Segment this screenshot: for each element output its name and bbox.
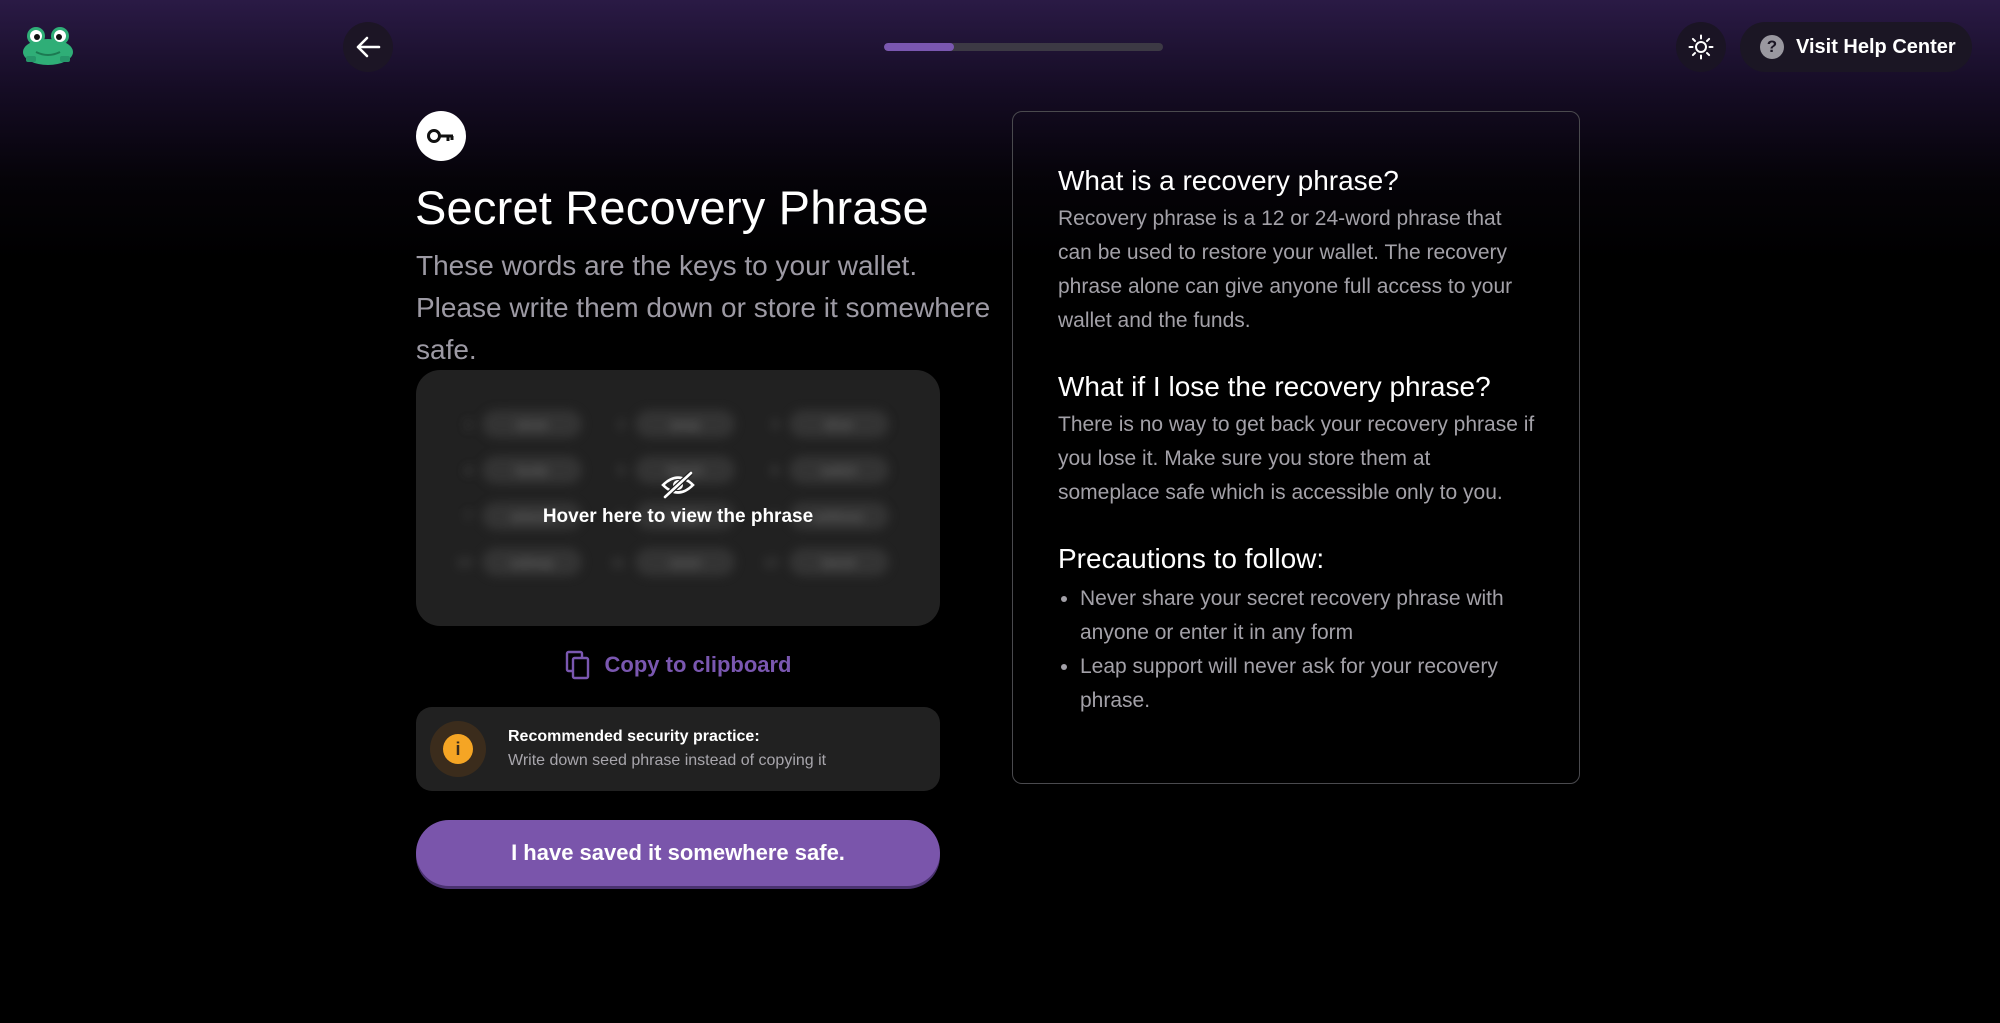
word-value: away xyxy=(635,410,736,438)
progress-fill xyxy=(884,43,954,51)
visit-help-center-button[interactable]: ? Visit Help Center xyxy=(1740,22,1972,72)
word-number: 10 xyxy=(456,554,472,570)
security-note-text: Recommended security practice: Write dow… xyxy=(508,728,826,770)
security-note-body: Write down seed phrase instead of copyin… xyxy=(508,752,827,769)
faq-question: What is a recovery phrase? xyxy=(1058,165,1399,196)
phrase-word: 11 raven xyxy=(609,548,752,576)
phrase-word: 10 subway xyxy=(456,548,599,576)
hover-reveal-text: Hover here to view the phrase xyxy=(542,506,814,527)
word-value: raven xyxy=(635,548,736,576)
faq-lose-phrase: What if I lose the recovery phrase? Ther… xyxy=(1058,368,1535,510)
phrase-word: 1 stone xyxy=(456,410,599,438)
word-number: 11 xyxy=(610,554,626,570)
word-number: 2 xyxy=(617,416,626,432)
arrow-left-icon xyxy=(356,36,381,58)
eye-off-icon xyxy=(661,471,695,499)
word-value: barrel xyxy=(788,548,889,576)
recovery-phrase-box[interactable]: 1 stone 2 away 3 drive 4 funds 5 beach 6 switc… xyxy=(416,370,940,626)
list-item: Never share your secret recovery phrase … xyxy=(1080,582,1535,650)
back-button[interactable] xyxy=(343,22,393,72)
phrase-word: 12 barrel xyxy=(763,548,906,576)
key-icon xyxy=(416,111,466,161)
word-number: 3 xyxy=(770,416,779,432)
copy-icon xyxy=(565,650,589,680)
word-number: 12 xyxy=(763,554,779,570)
word-value: subway xyxy=(482,548,582,576)
phrase-word: 2 away xyxy=(609,410,752,438)
recovery-phrase-info-card: What is a recovery phrase? Recovery phra… xyxy=(1012,111,1580,784)
faq-answer: Recovery phrase is a 12 or 24-word phras… xyxy=(1058,207,1513,332)
confirm-saved-button[interactable]: I have saved it somewhere safe. xyxy=(416,820,940,886)
faq-question: Precautions to follow: xyxy=(1058,543,1325,574)
help-center-label: Visit Help Center xyxy=(1796,35,1956,58)
word-value: drive xyxy=(788,410,889,438)
word-number: 1 xyxy=(464,416,472,432)
onboarding-progress-bar xyxy=(884,43,1163,51)
precautions-list: Never share your secret recovery phrase … xyxy=(1058,582,1535,718)
phrase-word: 3 drive xyxy=(763,410,906,438)
word-value: stone xyxy=(482,410,582,438)
faq-precautions: Precautions to follow: Never share your … xyxy=(1058,540,1535,718)
faq-question: What if I lose the recovery phrase? xyxy=(1058,371,1491,402)
hover-reveal-overlay[interactable]: Hover here to view the phrase xyxy=(416,470,940,528)
copy-to-clipboard-button[interactable]: Copy to clipboard xyxy=(416,650,940,680)
help-circle-icon: ? xyxy=(1760,35,1784,59)
security-note-title: Recommended security practice: xyxy=(508,728,760,745)
page-title: Secret Recovery Phrase xyxy=(415,181,929,234)
sun-icon xyxy=(1688,34,1714,60)
theme-toggle-button[interactable] xyxy=(1676,22,1726,72)
info-icon-wrapper: i xyxy=(430,721,486,777)
leap-frog-logo-icon xyxy=(22,26,74,66)
security-practice-note: i Recommended security practice: Write d… xyxy=(416,707,940,791)
info-icon: i xyxy=(443,734,473,764)
faq-what-is: What is a recovery phrase? Recovery phra… xyxy=(1058,162,1535,338)
copy-to-clipboard-label: Copy to clipboard xyxy=(604,652,792,677)
page-subtitle: These words are the keys to your wallet.… xyxy=(416,250,991,365)
faq-answer: There is no way to get back your recover… xyxy=(1058,413,1535,504)
list-item: Leap support will never ask for your rec… xyxy=(1080,650,1535,718)
